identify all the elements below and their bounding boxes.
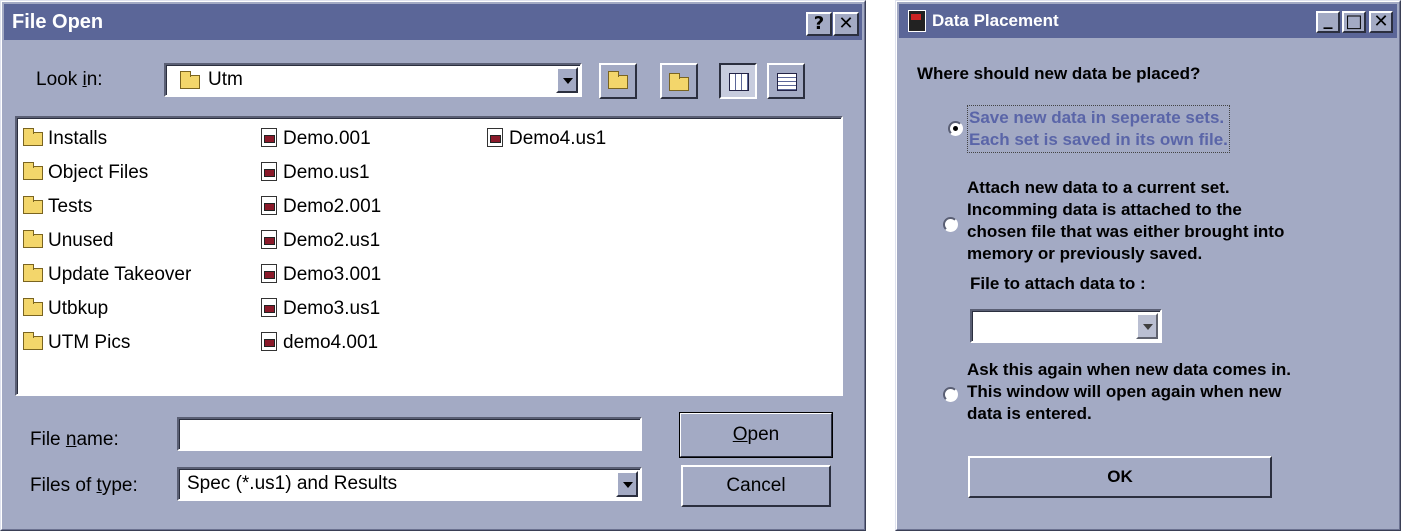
cancel-button[interactable]: Cancel bbox=[681, 465, 831, 507]
new-folder-button[interactable] bbox=[660, 63, 698, 99]
list-item[interactable]: Demo3.001 bbox=[261, 264, 381, 286]
data-placement-titlebar[interactable]: Data Placement _ □ ✕ bbox=[899, 4, 1397, 38]
file-icon bbox=[261, 230, 277, 249]
list-item[interactable]: demo4.001 bbox=[261, 332, 378, 354]
up-folder-button[interactable] bbox=[599, 63, 637, 99]
open-button-label: Open bbox=[732, 424, 780, 445]
option-attach-current-label[interactable]: Attach new data to a current set. Incomm… bbox=[967, 177, 1284, 265]
chevron-down-icon[interactable] bbox=[556, 67, 578, 93]
cancel-button-label: Cancel bbox=[726, 475, 786, 496]
file-icon bbox=[487, 128, 503, 147]
file-icon bbox=[261, 162, 277, 181]
file-list[interactable]: Installs Object Files Tests Unused Updat… bbox=[15, 116, 843, 396]
details-view-icon bbox=[777, 73, 797, 91]
list-view-button[interactable] bbox=[719, 63, 757, 99]
list-item[interactable]: Demo4.us1 bbox=[487, 128, 606, 150]
new-folder-icon bbox=[669, 73, 689, 91]
app-icon bbox=[908, 10, 926, 32]
minimize-button[interactable]: _ bbox=[1316, 11, 1340, 33]
ok-button-label: OK bbox=[1107, 467, 1133, 486]
data-placement-dialog: Data Placement _ □ ✕ Where should new da… bbox=[895, 0, 1401, 531]
close-button[interactable]: ✕ bbox=[1369, 11, 1393, 33]
folder-icon bbox=[23, 196, 43, 214]
attach-file-label: File to attach data to : bbox=[970, 274, 1146, 293]
data-placement-title: Data Placement bbox=[932, 11, 1059, 30]
option-ask-again-radio[interactable] bbox=[943, 387, 958, 402]
question-label: Where should new data be placed? bbox=[917, 64, 1201, 83]
files-of-type-value: Spec (*.us1) and Results bbox=[187, 473, 398, 494]
folder-icon bbox=[23, 298, 43, 316]
list-item[interactable]: Demo2.001 bbox=[261, 196, 381, 218]
list-item[interactable]: Tests bbox=[23, 196, 92, 218]
file-icon bbox=[261, 196, 277, 215]
maximize-button[interactable]: □ bbox=[1342, 11, 1366, 33]
attach-file-combo[interactable] bbox=[970, 309, 1162, 343]
list-item[interactable]: Demo2.us1 bbox=[261, 230, 380, 252]
chevron-down-icon[interactable] bbox=[1136, 313, 1158, 339]
file-icon bbox=[261, 298, 277, 317]
file-icon bbox=[261, 128, 277, 147]
chevron-down-icon[interactable] bbox=[616, 471, 638, 497]
close-button[interactable]: ✕ bbox=[833, 12, 859, 36]
list-item[interactable]: Demo.us1 bbox=[261, 162, 370, 184]
list-item[interactable]: Unused bbox=[23, 230, 114, 252]
folder-icon bbox=[23, 230, 43, 248]
file-open-title: File Open bbox=[12, 10, 104, 33]
details-view-button[interactable] bbox=[767, 63, 805, 99]
option-ask-again-label[interactable]: Ask this again when new data comes in. T… bbox=[967, 359, 1291, 425]
list-item[interactable]: Utbkup bbox=[23, 298, 108, 320]
list-item[interactable]: Object Files bbox=[23, 162, 148, 184]
file-name-field[interactable] bbox=[177, 417, 642, 451]
option-separate-sets-radio[interactable] bbox=[948, 121, 963, 136]
list-item[interactable]: Demo.001 bbox=[261, 128, 371, 150]
file-icon bbox=[261, 332, 277, 351]
file-name-label: File name: bbox=[30, 429, 119, 450]
help-button[interactable]: ? bbox=[806, 12, 832, 36]
folder-icon bbox=[180, 71, 200, 89]
list-item[interactable]: Installs bbox=[23, 128, 107, 150]
option-attach-current-radio[interactable] bbox=[943, 217, 958, 232]
folder-icon bbox=[23, 332, 43, 350]
list-view-icon bbox=[729, 73, 749, 91]
files-of-type-combo[interactable]: Spec (*.us1) and Results bbox=[177, 467, 642, 501]
up-one-level-icon bbox=[608, 71, 628, 89]
list-item[interactable]: Demo3.us1 bbox=[261, 298, 380, 320]
look-in-combo[interactable]: Utm bbox=[164, 63, 582, 97]
look-in-value: Utm bbox=[208, 69, 243, 90]
folder-icon bbox=[23, 162, 43, 180]
open-button[interactable]: Open bbox=[679, 412, 833, 458]
folder-icon bbox=[23, 128, 43, 146]
look-in-label: Look in: bbox=[36, 69, 103, 90]
folder-icon bbox=[23, 264, 43, 282]
file-open-titlebar[interactable]: File Open ? ✕ bbox=[4, 4, 862, 40]
option-separate-sets-label[interactable]: Save new data in seperate sets. Each set… bbox=[967, 105, 1230, 153]
files-of-type-label: Files of type: bbox=[30, 475, 138, 496]
list-item[interactable]: Update Takeover bbox=[23, 264, 191, 286]
file-icon bbox=[261, 264, 277, 283]
file-open-dialog: File Open ? ✕ Look in: Utm Installs Obje… bbox=[0, 0, 866, 531]
list-item[interactable]: UTM Pics bbox=[23, 332, 130, 354]
ok-button[interactable]: OK bbox=[968, 456, 1272, 498]
